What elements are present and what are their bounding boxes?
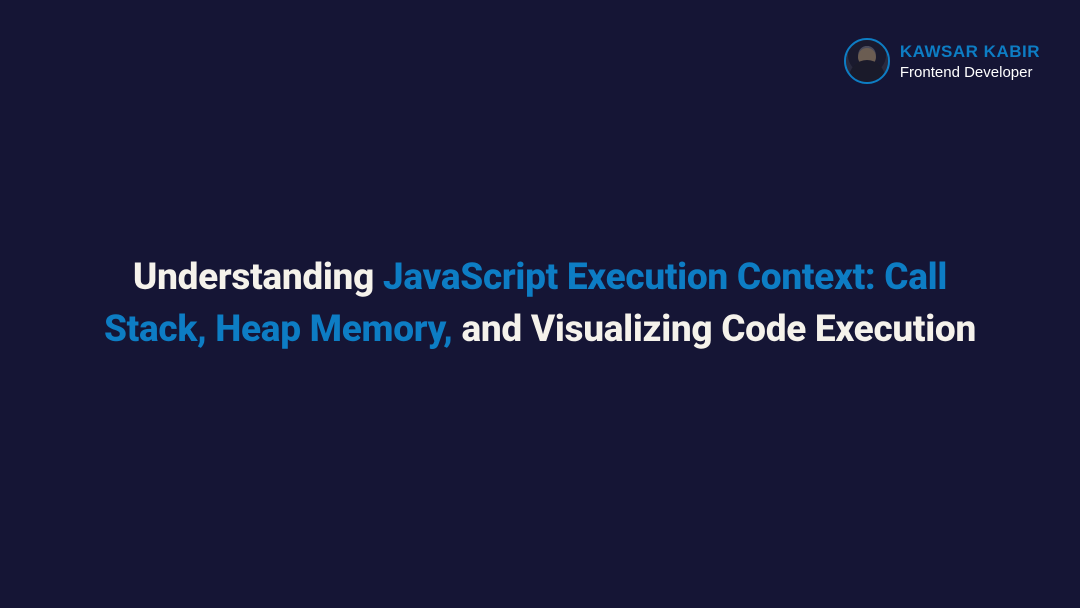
title-part-1: Understanding — [133, 256, 383, 299]
title-part-3: and Visualizing Code Execution — [453, 308, 976, 351]
avatar-image — [846, 40, 888, 82]
page-title: Understanding JavaScript Execution Conte… — [80, 252, 1000, 356]
author-name: KAWSAR KABIR — [900, 42, 1040, 62]
author-info: KAWSAR KABIR Frontend Developer — [900, 42, 1040, 81]
avatar — [844, 38, 890, 84]
author-badge: KAWSAR KABIR Frontend Developer — [844, 38, 1040, 84]
author-role: Frontend Developer — [900, 64, 1040, 81]
